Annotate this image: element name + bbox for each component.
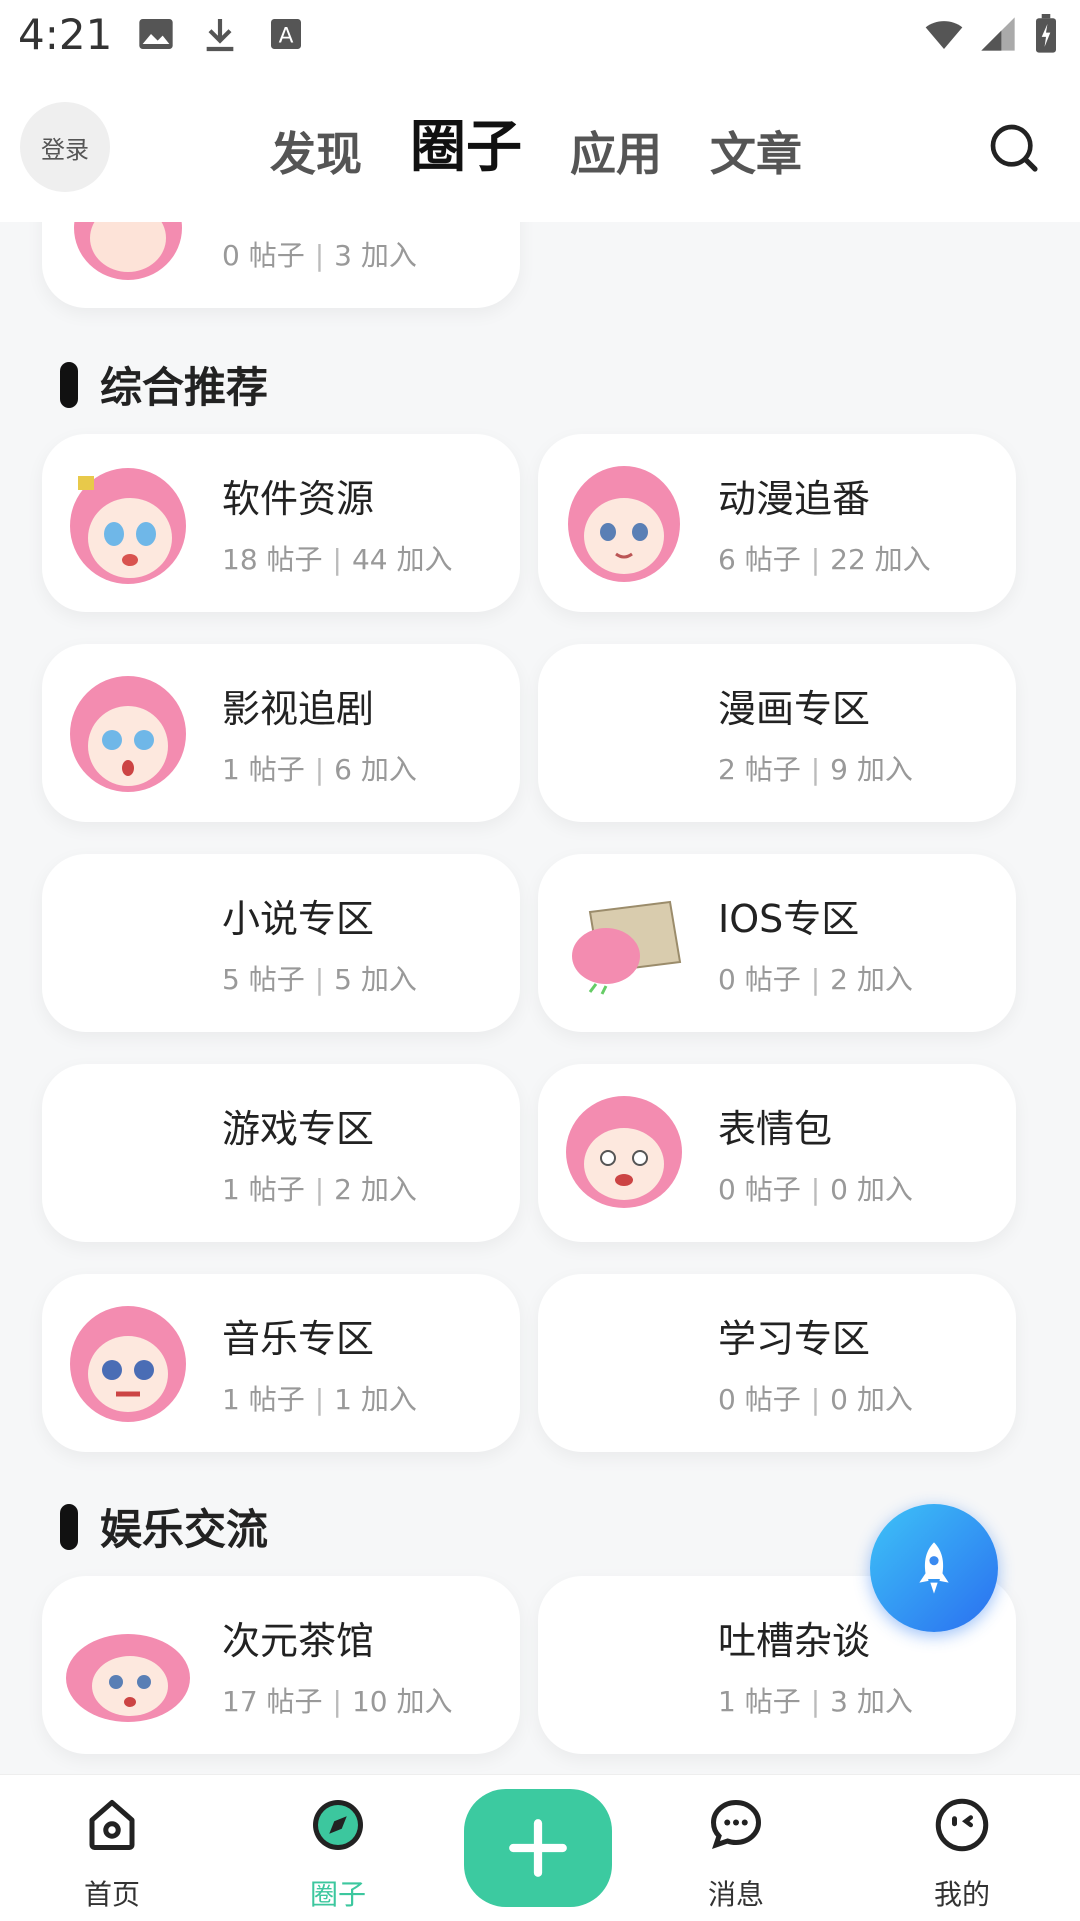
signal-icon bbox=[981, 17, 1015, 51]
top-header: 登录 发现 圈子 应用 文章 bbox=[0, 72, 1080, 222]
add-post-button[interactable] bbox=[464, 1789, 612, 1907]
search-icon[interactable] bbox=[986, 120, 1042, 176]
circle-name: 漫画专区 bbox=[718, 687, 871, 731]
home-icon bbox=[89, 1800, 135, 1850]
anime-girl-avatar bbox=[70, 468, 186, 584]
circle-stats: 5 帖子 | 5 加入 bbox=[222, 963, 417, 996]
section-marker bbox=[60, 361, 78, 408]
tab-discover[interactable]: 发现 bbox=[270, 125, 362, 185]
nav-profile[interactable]: 我的 bbox=[892, 1795, 1032, 1913]
circle-card[interactable]: 学习专区 0 帖子 | 0 加入 bbox=[538, 1274, 1016, 1452]
status-time: 4:21 bbox=[18, 10, 113, 59]
circle-name: 小说专区 bbox=[222, 897, 375, 941]
battery-icon bbox=[1036, 14, 1056, 53]
section-marker bbox=[60, 1503, 78, 1550]
circle-stats: 1 帖子 | 3 加入 bbox=[718, 1685, 913, 1718]
circle-name: 音乐专区 bbox=[222, 1317, 375, 1361]
circle-card[interactable]: 漫画专区 2 帖子 | 9 加入 bbox=[538, 644, 1016, 822]
circle-stats: 0 帖子 | 2 加入 bbox=[718, 963, 913, 996]
nav-messages[interactable]: 消息 bbox=[666, 1795, 806, 1913]
tab-circles[interactable]: 圈子 bbox=[410, 112, 522, 185]
circle-stats: 0 帖子 | 0 加入 bbox=[718, 1383, 913, 1416]
rocket-icon bbox=[919, 1542, 949, 1594]
circle-stats: 6 帖子 | 22 加入 bbox=[718, 543, 931, 576]
circle-name: IOS专区 bbox=[718, 897, 860, 941]
circle-card[interactable]: 游戏专区 1 帖子 | 2 加入 bbox=[42, 1064, 520, 1242]
tab-apps[interactable]: 应用 bbox=[570, 125, 662, 185]
circle-card[interactable]: 影视追剧 1 帖子 | 6 加入 bbox=[42, 644, 520, 822]
status-bar: 4:21 A bbox=[0, 0, 1080, 72]
circle-card[interactable]: 音乐专区 1 帖子 | 1 加入 bbox=[42, 1274, 520, 1452]
anime-girl-avatar bbox=[70, 1306, 186, 1422]
circle-name: 影视追剧 bbox=[222, 687, 375, 731]
circle-card[interactable]: 小说专区 5 帖子 | 5 加入 bbox=[42, 854, 520, 1032]
compass-icon bbox=[313, 1800, 363, 1850]
anime-girl-avatar bbox=[70, 676, 186, 792]
download-icon bbox=[206, 19, 234, 52]
anime-girl-avatar bbox=[568, 466, 680, 582]
profile-icon bbox=[935, 1798, 989, 1852]
circle-name: 学习专区 bbox=[718, 1317, 871, 1361]
circle-name: 动漫追番 bbox=[718, 477, 871, 521]
bottom-nav: 首页 圈子 消息 我的 bbox=[0, 1774, 1080, 1921]
circle-name: 软件资源 bbox=[222, 477, 375, 521]
tab-articles[interactable]: 文章 bbox=[710, 125, 802, 185]
top-tabs: 发现 圈子 应用 文章 bbox=[270, 112, 850, 185]
circle-card[interactable]: IOS专区 0 帖子 | 2 加入 bbox=[538, 854, 1016, 1032]
circle-name: 游戏专区 bbox=[222, 1107, 375, 1151]
circle-card[interactable]: 动漫追番 6 帖子 | 22 加入 bbox=[538, 434, 1016, 612]
svg-text:A: A bbox=[279, 23, 294, 48]
circle-stats: 1 帖子 | 2 加入 bbox=[222, 1173, 417, 1206]
image-icon bbox=[139, 19, 173, 49]
circle-card[interactable]: 软件资源 18 帖子 | 44 加入 bbox=[42, 434, 520, 612]
circle-stats: 17 帖子 | 10 加入 bbox=[222, 1685, 453, 1718]
circle-name: 次元茶馆 bbox=[222, 1619, 375, 1663]
nav-home[interactable]: 首页 bbox=[42, 1795, 182, 1913]
rocket-fab-button[interactable] bbox=[870, 1504, 998, 1632]
wifi-icon bbox=[925, 21, 963, 49]
circle-card-partial[interactable]: 0 帖子 | 3 加入 bbox=[42, 222, 520, 308]
anime-girl-box-avatar bbox=[572, 900, 682, 995]
circle-stats: 1 帖子 | 6 加入 bbox=[222, 753, 417, 786]
keyboard-a-icon: A bbox=[271, 19, 301, 49]
circle-stats: 1 帖子 | 1 加入 bbox=[222, 1383, 417, 1416]
circle-name: 表情包 bbox=[718, 1107, 833, 1151]
login-button[interactable]: 登录 bbox=[20, 102, 110, 192]
anime-girl-avatar bbox=[66, 1634, 190, 1722]
nav-circles[interactable]: 圈子 bbox=[268, 1795, 408, 1913]
anime-girl-avatar bbox=[566, 1096, 682, 1208]
chat-icon bbox=[710, 1799, 762, 1850]
section-title: 综合推荐 bbox=[60, 354, 268, 415]
plus-icon bbox=[509, 1819, 567, 1877]
anime-girl-avatar bbox=[74, 222, 182, 280]
circle-stats: 2 帖子 | 9 加入 bbox=[718, 753, 913, 786]
circle-stats: 0 帖子 | 3 加入 bbox=[222, 239, 417, 272]
circle-stats: 18 帖子 | 44 加入 bbox=[222, 543, 453, 576]
circle-name: 吐槽杂谈 bbox=[718, 1619, 871, 1663]
section-title: 娱乐交流 bbox=[60, 1496, 268, 1557]
circle-card[interactable]: 表情包 0 帖子 | 0 加入 bbox=[538, 1064, 1016, 1242]
circle-stats: 0 帖子 | 0 加入 bbox=[718, 1173, 913, 1206]
circle-card[interactable]: 次元茶馆 17 帖子 | 10 加入 bbox=[42, 1576, 520, 1754]
